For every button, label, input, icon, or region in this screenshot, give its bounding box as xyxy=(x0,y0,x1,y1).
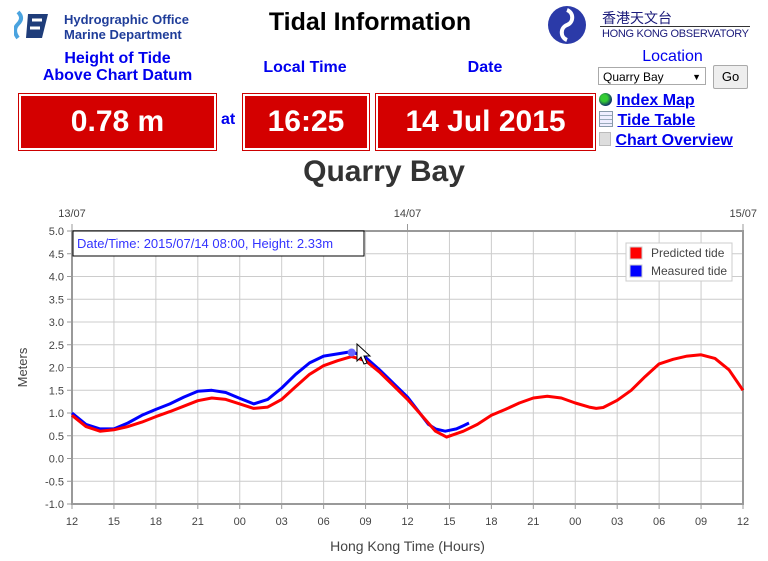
x-tick-label: 12 xyxy=(401,516,413,528)
x-tick-label: 18 xyxy=(150,516,162,528)
y-tick-label: 3.5 xyxy=(49,294,64,306)
legend-label: Measured tide xyxy=(651,264,727,278)
y-tick-label: 2.0 xyxy=(49,363,64,375)
x-tick-label: 15 xyxy=(108,516,120,528)
x-tick-label: 09 xyxy=(359,516,371,528)
x-tick-label: 21 xyxy=(527,516,539,528)
x-tick-label: 12 xyxy=(66,516,78,528)
y-tick-label: 2.5 xyxy=(49,340,64,352)
x-tick-label: 03 xyxy=(611,516,623,528)
y-tick-label: 4.0 xyxy=(49,272,64,284)
y-axis-label: Meters xyxy=(15,347,30,387)
hover-point xyxy=(347,348,356,357)
y-tick-label: 5.0 xyxy=(49,226,64,238)
x-tick-label: 03 xyxy=(276,516,288,528)
y-tick-label: 1.0 xyxy=(49,408,64,420)
y-tick-label: 3.0 xyxy=(49,317,64,329)
x-tick-label: 00 xyxy=(234,516,246,528)
x-tick-label: 15 xyxy=(443,516,455,528)
tooltip-text: Date/Time: 2015/07/14 08:00, Height: 2.3… xyxy=(77,236,333,251)
top-date-label: 15/07 xyxy=(729,208,757,220)
x-tick-label: 21 xyxy=(192,516,204,528)
top-date-label: 13/07 xyxy=(58,208,86,220)
x-tick-label: 09 xyxy=(695,516,707,528)
legend-swatch xyxy=(629,264,643,278)
measured-tide-line xyxy=(71,350,470,433)
y-tick-label: 4.5 xyxy=(49,249,64,261)
y-tick-label: -1.0 xyxy=(45,499,64,511)
x-tick-label: 06 xyxy=(318,516,330,528)
y-tick-label: -0.5 xyxy=(45,476,64,488)
y-tick-label: 0.5 xyxy=(49,431,64,443)
top-date-label: 14/07 xyxy=(394,208,422,220)
y-tick-label: 1.5 xyxy=(49,385,64,397)
legend-label: Predicted tide xyxy=(651,246,725,260)
tide-chart[interactable]: 5.0 4.5 4.0 3.5 3.0 2.5 2.0 1.5 1.0 0.5 0.0 -0.5 -1.… xyxy=(0,0,768,561)
x-tick-label: 00 xyxy=(569,516,581,528)
x-tick-label: 06 xyxy=(653,516,665,528)
x-axis-label: Hong Kong Time (Hours) xyxy=(330,538,485,554)
y-tick-label: 0.0 xyxy=(49,454,64,466)
x-tick-label: 12 xyxy=(737,516,749,528)
x-tick-label: 18 xyxy=(485,516,497,528)
legend-swatch xyxy=(629,246,643,260)
